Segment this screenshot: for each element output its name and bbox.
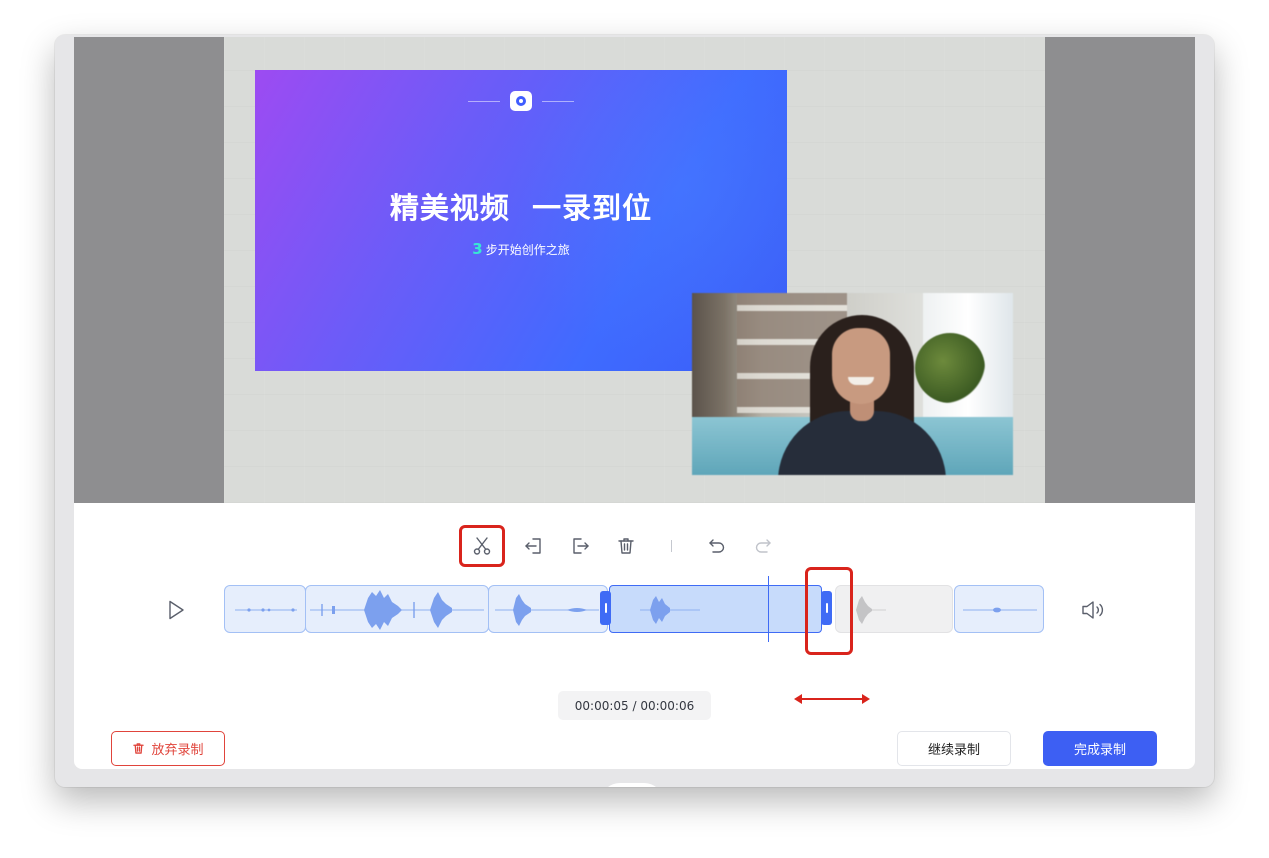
trash-icon [133,743,145,754]
app-logo-icon [510,91,532,111]
time-display: 00:00:05 / 00:00:06 [558,691,711,720]
slide-title: 精美视频 一录到位 [389,191,653,225]
slide-subtitle-number: 3 [472,240,483,258]
trim-left-icon [525,538,541,554]
toolbar-divider [671,540,672,552]
timeline-clip[interactable] [305,585,489,633]
trim-start-button[interactable] [511,524,557,568]
trim-right-icon [573,538,589,554]
video-preview: 精美视频 一录到位 3 步开始创作之旅 [74,37,1195,503]
undo-button[interactable] [694,524,740,568]
editor-panel: 00:00:05 / 00:00:06 放弃录制 继续录制 完成录制 [74,503,1195,787]
continue-recording-button[interactable]: 继续录制 [897,731,1011,766]
slide-subtitle-text: 步开始创作之旅 [485,243,570,257]
play-icon [169,600,184,620]
drag-arrow-icon [794,694,870,704]
timeline-clip[interactable] [224,585,306,633]
webcam-overlay[interactable] [692,293,1013,475]
volume-button[interactable] [1080,598,1106,622]
trim-handle-left[interactable] [600,591,611,625]
edit-toolbar [459,524,786,568]
timeline-clip[interactable] [954,585,1044,633]
playhead[interactable] [768,576,769,642]
slide-logo [468,91,574,111]
delete-button[interactable] [603,524,649,568]
discard-recording-button[interactable]: 放弃录制 [111,731,225,766]
trash-icon [618,538,634,554]
speaker-icon [1082,601,1104,619]
collapse-panel-button[interactable] [600,783,664,787]
redo-icon [755,539,771,553]
trim-highlight-box [805,567,853,655]
redo-button[interactable] [740,524,786,568]
discard-recording-label: 放弃录制 [151,743,204,758]
timeline-track[interactable] [224,576,1044,642]
timeline-clip[interactable] [488,585,608,633]
finish-recording-button[interactable]: 完成录制 [1043,731,1157,766]
timeline-clip-selected[interactable] [609,585,822,633]
recorder-window: 精美视频 一录到位 3 步开始创作之旅 00:00:05 / 00:00:06 … [55,35,1214,787]
play-button[interactable] [165,599,187,621]
scissors-icon [473,537,491,555]
slide-subtitle: 3 步开始创作之旅 [255,240,787,258]
trim-end-button[interactable] [557,524,603,568]
split-button[interactable] [459,525,505,567]
undo-icon [709,539,725,553]
recording-canvas: 精美视频 一录到位 3 步开始创作之旅 [224,37,1045,503]
